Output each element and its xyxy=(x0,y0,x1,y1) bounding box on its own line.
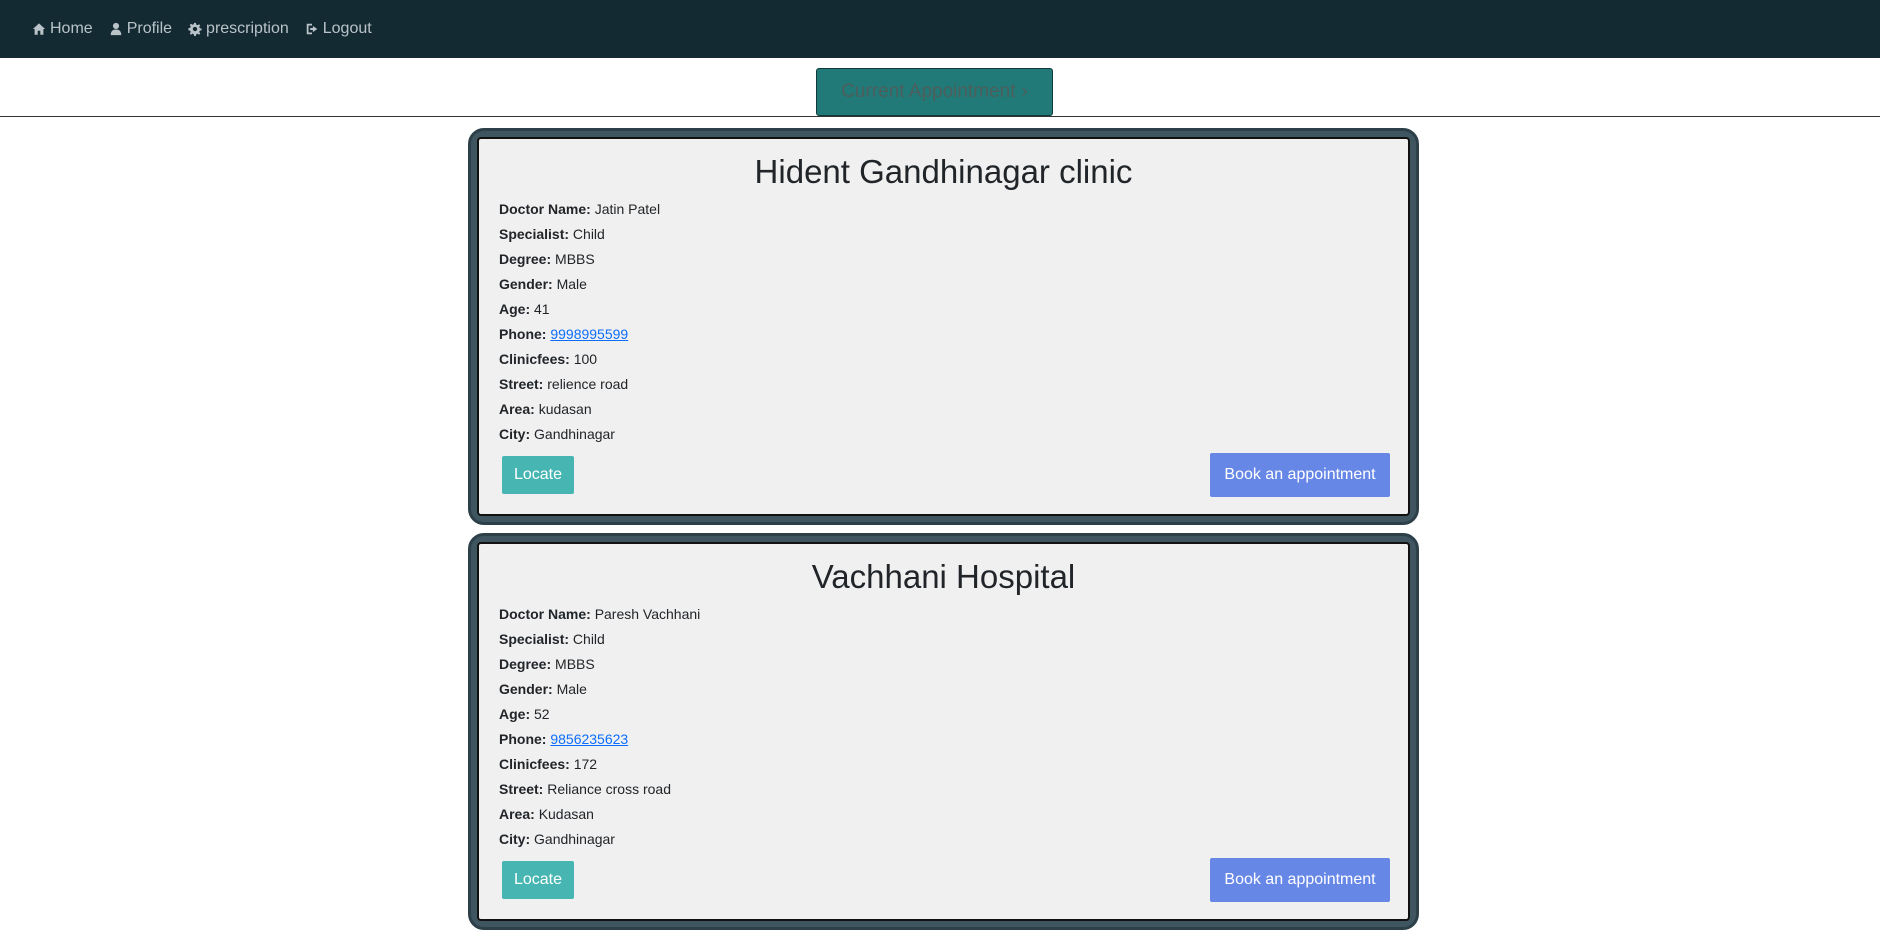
specialist-row: Specialist: Child xyxy=(499,222,660,247)
clinicfees-label: Clinicfees: xyxy=(499,756,570,772)
doctor-name-value: Jatin Patel xyxy=(594,201,661,217)
gear-icon xyxy=(188,22,202,36)
clinicfees-value: 172 xyxy=(573,756,598,772)
gender-label: Gender: xyxy=(499,276,553,292)
book-appointment-button[interactable]: Book an appointment xyxy=(1210,453,1390,497)
gender-row: Gender: Male xyxy=(499,272,660,297)
doctor-name-row: Doctor Name: Paresh Vachhani xyxy=(499,602,700,627)
gender-row: Gender: Male xyxy=(499,677,700,702)
area-row: Area: Kudasan xyxy=(499,802,700,827)
specialist-row: Specialist: Child xyxy=(499,627,700,652)
locate-button[interactable]: Locate xyxy=(502,456,574,494)
age-label: Age: xyxy=(499,301,531,317)
area-label: Area: xyxy=(499,401,535,417)
degree-row: Degree: MBBS xyxy=(499,247,660,272)
street-label: Street: xyxy=(499,376,544,392)
clinicfees-value: 100 xyxy=(573,351,598,367)
appointment-bar: Current Appointment › xyxy=(0,58,1880,117)
clinic-card: Hident Gandhinagar clinic Doctor Name: J… xyxy=(468,128,1419,525)
area-row: Area: kudasan xyxy=(499,397,660,422)
clinic-name: Hident Gandhinagar clinic xyxy=(754,153,1133,190)
phone-link[interactable]: 9998995599 xyxy=(550,326,628,342)
clinicfees-row: Clinicfees: 100 xyxy=(499,347,660,372)
street-value: Reliance cross road xyxy=(547,781,671,797)
book-appointment-button[interactable]: Book an appointment xyxy=(1210,858,1390,902)
specialist-value: Child xyxy=(572,226,605,242)
age-row: Age: 52 xyxy=(499,702,700,727)
doctor-name-row: Doctor Name: Jatin Patel xyxy=(499,197,660,222)
clinic-card-body: Vachhani Hospital Doctor Name: Paresh Va… xyxy=(477,542,1410,921)
doctor-name-label: Doctor Name: xyxy=(499,606,591,622)
age-row: Age: 41 xyxy=(499,297,660,322)
clinic-list: Hident Gandhinagar clinic Doctor Name: J… xyxy=(468,128,1419,938)
area-label: Area: xyxy=(499,806,535,822)
age-label: Age: xyxy=(499,706,531,722)
street-value: relience road xyxy=(547,376,629,392)
age-value: 52 xyxy=(534,706,550,722)
city-value: Gandhinagar xyxy=(534,831,615,847)
clinicfees-row: Clinicfees: 172 xyxy=(499,752,700,777)
street-row: Street: Reliance cross road xyxy=(499,777,700,802)
degree-value: MBBS xyxy=(555,251,595,267)
top-navbar: Home Profile prescription Logout xyxy=(0,0,1880,58)
nav-home[interactable]: Home xyxy=(32,20,93,38)
degree-row: Degree: MBBS xyxy=(499,652,700,677)
clinicfees-label: Clinicfees: xyxy=(499,351,570,367)
city-label: City: xyxy=(499,426,531,442)
doctor-name-value: Paresh Vachhani xyxy=(594,606,701,622)
phone-label: Phone: xyxy=(499,326,547,342)
nav-logout[interactable]: Logout xyxy=(305,20,372,38)
nav-logout-label: Logout xyxy=(322,20,372,37)
street-label: Street: xyxy=(499,781,544,797)
nav-home-label: Home xyxy=(50,20,93,37)
clinic-details: Doctor Name: Jatin Patel Specialist: Chi… xyxy=(499,197,660,447)
gender-label: Gender: xyxy=(499,681,553,697)
nav-prescription-label: prescription xyxy=(206,20,289,37)
area-value: kudasan xyxy=(538,401,592,417)
current-appointment-button[interactable]: Current Appointment › xyxy=(816,68,1053,116)
phone-row: Phone: 9856235623 xyxy=(499,727,700,752)
gender-value: Male xyxy=(556,276,587,292)
clinic-name: Vachhani Hospital xyxy=(811,558,1076,595)
nav-prescription[interactable]: prescription xyxy=(188,20,289,38)
gender-value: Male xyxy=(556,681,587,697)
clinic-details: Doctor Name: Paresh Vachhani Specialist:… xyxy=(499,602,700,852)
street-row: Street: relience road xyxy=(499,372,660,397)
locate-button[interactable]: Locate xyxy=(502,861,574,899)
city-label: City: xyxy=(499,831,531,847)
phone-link[interactable]: 9856235623 xyxy=(550,731,628,747)
city-value: Gandhinagar xyxy=(534,426,615,442)
nav-profile-label: Profile xyxy=(126,20,173,37)
degree-value: MBBS xyxy=(555,656,595,672)
degree-label: Degree: xyxy=(499,656,552,672)
specialist-label: Specialist: xyxy=(499,631,570,647)
user-icon xyxy=(109,22,123,36)
home-icon xyxy=(32,22,46,36)
city-row: City: Gandhinagar xyxy=(499,422,660,447)
logout-icon xyxy=(305,22,319,36)
clinic-card: Vachhani Hospital Doctor Name: Paresh Va… xyxy=(468,533,1419,930)
phone-label: Phone: xyxy=(499,731,547,747)
clinic-card-body: Hident Gandhinagar clinic Doctor Name: J… xyxy=(477,137,1410,516)
doctor-name-label: Doctor Name: xyxy=(499,201,591,217)
city-row: City: Gandhinagar xyxy=(499,827,700,852)
specialist-value: Child xyxy=(572,631,605,647)
degree-label: Degree: xyxy=(499,251,552,267)
age-value: 41 xyxy=(534,301,550,317)
phone-row: Phone: 9998995599 xyxy=(499,322,660,347)
specialist-label: Specialist: xyxy=(499,226,570,242)
nav-profile[interactable]: Profile xyxy=(109,20,172,38)
chevron-right-icon: › xyxy=(1021,81,1028,102)
current-appointment-label: Current Appointment xyxy=(841,81,1016,102)
area-value: Kudasan xyxy=(538,806,594,822)
